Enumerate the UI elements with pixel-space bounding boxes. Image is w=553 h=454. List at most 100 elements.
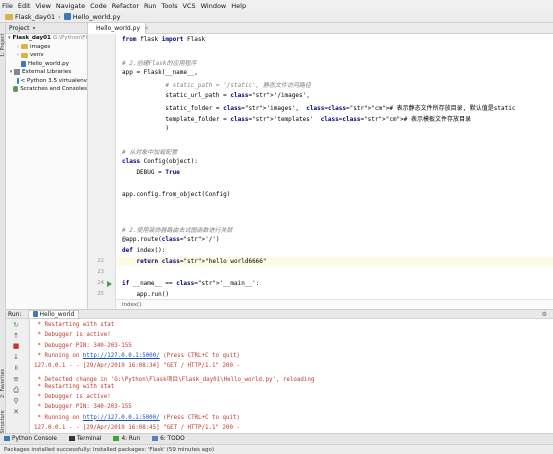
rerun-icon[interactable]: ↻ — [12, 322, 20, 329]
console-line: * Running on http://127.0.0.1:5000/ (Pre… — [34, 352, 240, 359]
run-panel-header: Run: Hello_world ⚙ — [6, 309, 553, 319]
folder-icon — [5, 13, 13, 20]
console-line: * Debugger PIN: 340-203-155 — [34, 342, 132, 349]
menu-bar: File Edit View Navigate Code Refactor Run Tools… — [0, 0, 553, 11]
code-line: # static_path = '/static', 静态文件访问路径 — [122, 82, 311, 90]
arrow-up-icon[interactable]: ↑ — [12, 333, 20, 340]
code-line: DEBUG = True — [122, 169, 180, 177]
project-panel-title[interactable]: Project — [9, 25, 30, 32]
folder-icon — [21, 52, 28, 58]
trash-icon[interactable]: ✕ — [12, 409, 20, 416]
todo-tab[interactable]: 6: TODO — [152, 436, 185, 442]
print-icon[interactable]: ⎙ — [12, 387, 20, 394]
code-line: # 2.创建Flask的应用程序 — [122, 60, 197, 68]
folder-icon — [21, 44, 28, 50]
menu-item-code[interactable]: Code — [90, 2, 107, 10]
tree-item-label: Flask_day01 — [12, 35, 51, 42]
code-line: app.run() — [122, 291, 169, 299]
console-link[interactable]: http://127.0.0.1:5000/ — [83, 415, 160, 421]
console-line: * Restarting with stat — [34, 322, 115, 328]
menu-item-run[interactable]: Run — [144, 2, 156, 10]
tree-item[interactable]: < Python 3.5 virtualenv — [6, 77, 87, 86]
menu-item-view[interactable]: View — [35, 2, 50, 10]
code-line: template_folder = class="str">'templates… — [122, 115, 472, 123]
library-icon — [14, 69, 20, 76]
code-line: app.config.from_object(Config) — [122, 191, 231, 199]
python-file-icon — [21, 60, 26, 67]
scratches-icon — [13, 86, 19, 93]
menu-item-navigate[interactable]: Navigate — [56, 2, 85, 10]
line-number: 22 — [97, 258, 104, 264]
console-line: 127.0.0.1 - - [29/Apr/2019 16:08:34] "GE… — [34, 363, 240, 370]
line-number: 24 — [97, 280, 104, 287]
breadcrumb-separator: › — [58, 12, 61, 21]
menu-item-file[interactable]: File — [2, 2, 13, 10]
arrow-down-icon[interactable]: ↓ — [12, 354, 20, 361]
code-editor: Hello_world.py × 22 23 24 25 from flask imp… — [88, 23, 553, 309]
run-gutter-icon[interactable] — [107, 281, 112, 288]
python-console-tab[interactable]: Python Console — [4, 436, 57, 442]
code-line: static_folder = class="str">'images', cl… — [122, 104, 516, 112]
gear-icon[interactable]: ⚙ — [542, 311, 547, 318]
terminal-icon — [68, 436, 75, 441]
status-bar: Packages installed successfully: Install… — [0, 444, 553, 454]
tree-item-label: images — [30, 43, 51, 50]
console-line: * Detected change in 'G:\Python\Flask项目\… — [34, 376, 315, 383]
menu-item-edit[interactable]: Edit — [18, 2, 31, 10]
project-tree: ▾Flask_day01G:\Python\Flask\...›images›v… — [6, 34, 87, 94]
navigation-bar: Flask_day01 › Hello_world.py — [0, 11, 553, 23]
run-icon — [113, 436, 120, 441]
console-line: * Debugger is active! — [34, 394, 111, 401]
code-line: return class="str">"hello world6666" — [136, 258, 267, 265]
breadcrumb-file[interactable]: Hello_world.py — [73, 13, 121, 21]
terminal-tab[interactable]: Terminal — [68, 436, 101, 442]
menu-item-vcs[interactable]: VCS — [182, 2, 195, 10]
run-tab[interactable]: 4: Run — [113, 436, 140, 442]
stop-icon[interactable]: ■ — [12, 343, 20, 350]
menu-item-refactor[interactable]: Refactor — [112, 2, 139, 10]
code-line: # 2.使用装饰器路由去试图函数进行关联 — [122, 226, 233, 234]
menu-item-tools[interactable]: Tools — [161, 2, 177, 10]
code-line: if __name__ == class="str">'__main__': — [122, 280, 260, 288]
tree-item[interactable]: › venv — [6, 51, 87, 60]
close-icon[interactable]: × — [144, 25, 149, 32]
chevron-down-icon[interactable]: ▾ — [33, 25, 36, 32]
project-panel: Project ▾ ▾Flask_day01G:\Python\Flask\..… — [6, 23, 88, 309]
editor-tab-hello-world[interactable]: Hello_world.py × — [88, 23, 149, 34]
code-line: static_url_path = class="str">'/images', — [122, 91, 310, 99]
tree-item-label: venv — [30, 52, 44, 59]
menu-item-window[interactable]: Window — [201, 2, 227, 10]
code-line: class Config(object): — [122, 158, 198, 166]
wrap-icon[interactable]: ≡ — [12, 376, 20, 383]
pause-icon[interactable]: ॥ — [12, 365, 20, 372]
tree-item[interactable]: ▾ External Libraries — [6, 68, 87, 77]
tree-item[interactable]: Scratches and Consoles — [6, 85, 87, 94]
code-line: @app.route(class="str">'/') — [122, 235, 220, 243]
line-number: 25 — [97, 291, 104, 298]
run-tab-label: Hello_world — [39, 310, 75, 318]
todo-icon — [152, 436, 159, 441]
chevron-icon[interactable]: ▾ — [8, 35, 11, 41]
pin-icon[interactable]: ⚲ — [12, 398, 20, 405]
code-line: # 从对象中加载配置 — [122, 149, 178, 156]
run-tab-hello-world[interactable]: Hello_world — [27, 309, 80, 319]
menu-item-help[interactable]: Help — [231, 2, 246, 10]
project-panel-header: Project ▾ — [6, 23, 87, 34]
line-gutter: 22 23 24 25 — [88, 34, 116, 309]
code-line: from flask import Flask — [122, 36, 206, 43]
console-link[interactable]: http://127.0.0.1:5000/ — [83, 353, 160, 359]
tree-item[interactable]: › images — [6, 43, 87, 52]
console-line: * Debugger PIN: 340-203-155 — [34, 404, 132, 411]
tree-item-label: Scratches and Consoles — [20, 86, 87, 93]
python-file-icon — [16, 77, 19, 84]
breadcrumb-project[interactable]: Flask_day01 — [15, 13, 55, 21]
editor-breadcrumb[interactable]: index() — [116, 299, 553, 309]
code-line: ) — [122, 124, 169, 132]
status-message[interactable]: Packages installed successfully: Install… — [4, 447, 214, 453]
python-file-icon — [32, 311, 38, 317]
run-console-output[interactable]: * Restarting with stat * Debugger is act… — [30, 319, 553, 433]
tree-item[interactable]: ▾Flask_day01G:\Python\Flask\... — [6, 34, 87, 43]
python-file-icon — [63, 13, 71, 20]
editor-tab-bar: Hello_world.py × — [88, 23, 553, 34]
tree-item[interactable]: Hello_world.py — [6, 60, 87, 69]
